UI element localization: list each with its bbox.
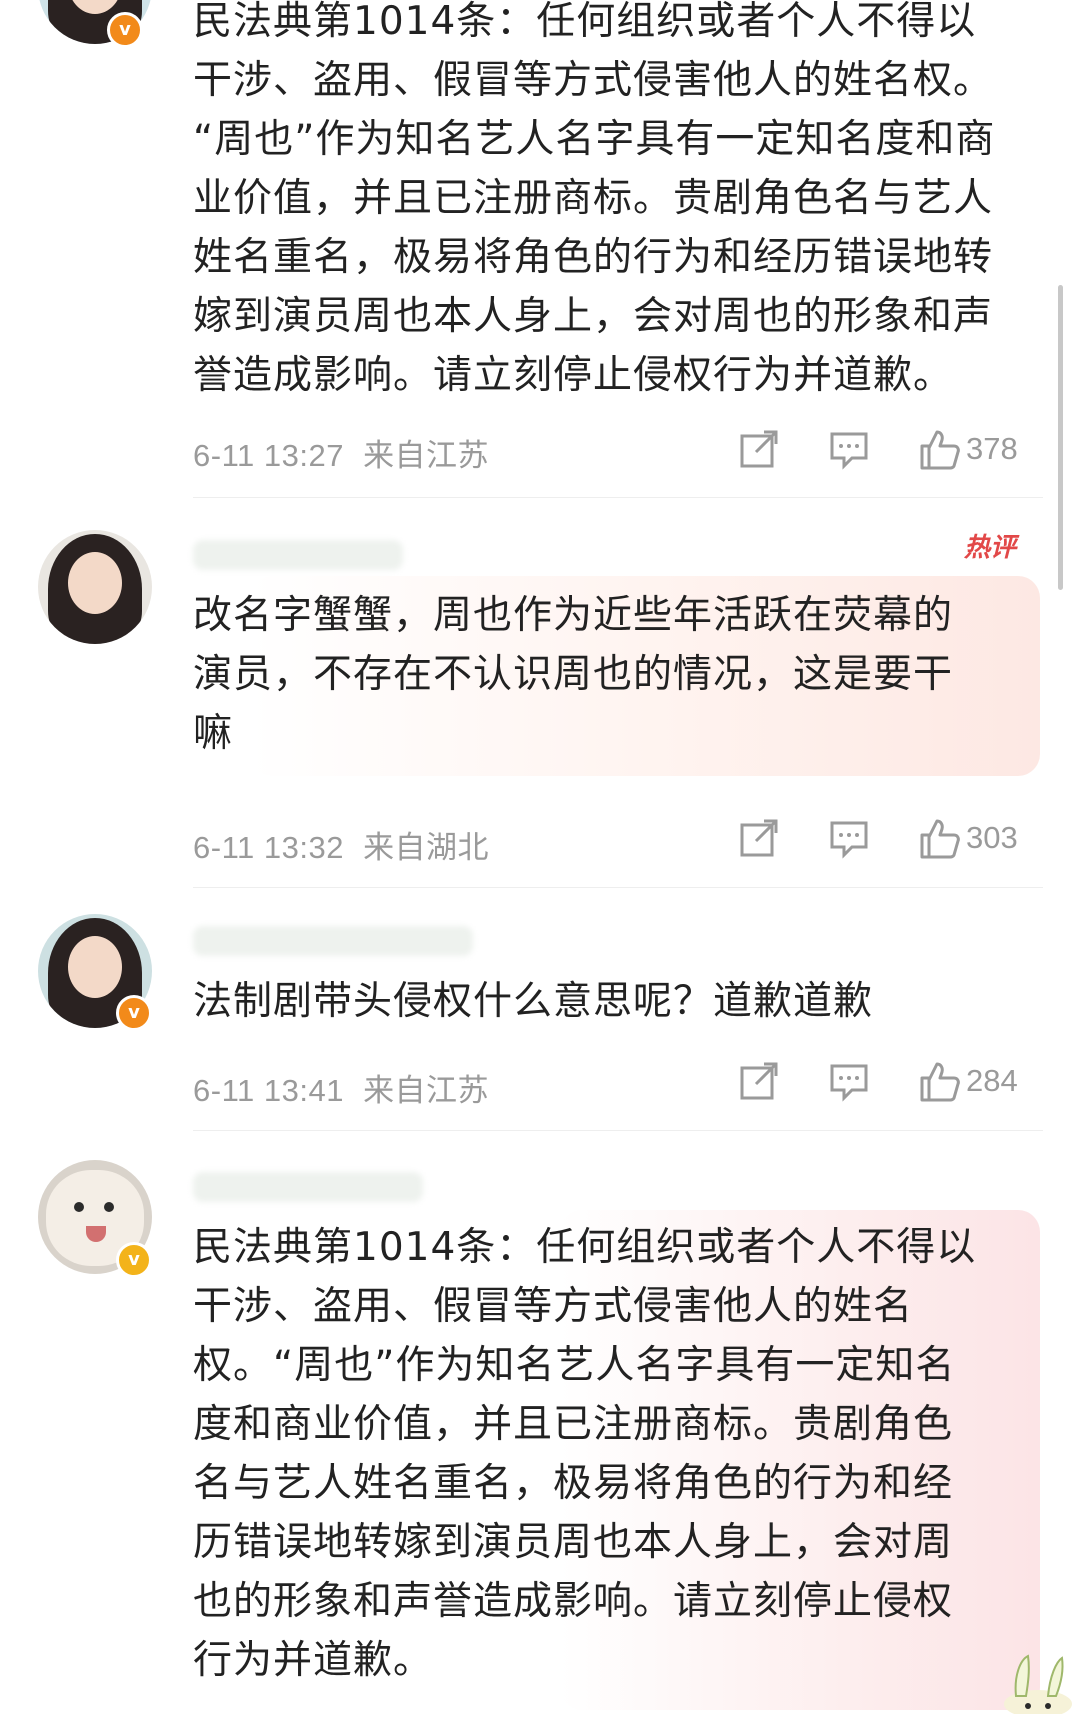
comment-location: 来自湖北 [363, 830, 490, 865]
avatar[interactable] [38, 530, 152, 644]
repost-icon[interactable] [738, 817, 780, 863]
like-count: 378 [966, 431, 1018, 466]
divider [193, 497, 1043, 498]
scrollbar[interactable] [1058, 285, 1063, 590]
comment-actions: 303 [720, 817, 1040, 863]
username-blurred[interactable] [193, 540, 403, 570]
comment-time: 6-11 13:41 [193, 1073, 344, 1108]
comment-icon[interactable] [828, 428, 870, 474]
comment-text: 民法典第1014条：任何组织或者个人不得以 干涉、盗用、假冒等方式侵害他人的姓名… [193, 0, 996, 398]
like-button[interactable]: 303 [918, 817, 1018, 863]
repost-icon[interactable] [738, 428, 780, 474]
comment-location: 来自江苏 [363, 438, 490, 473]
username-blurred[interactable] [193, 1172, 423, 1202]
comment-meta: 6-11 13:32 来自湖北 [193, 822, 489, 867]
comment-text: 改名字蟹蟹，周也作为近些年活跃在荧幕的 演员，不存在不认识周也的情况，这是要干 … [193, 593, 954, 756]
hot-comment-tag: 热评 [964, 533, 1017, 563]
comment-time: 6-11 13:27 [193, 438, 344, 473]
like-button[interactable]: 284 [918, 1060, 1018, 1106]
thumbs-up-icon [920, 819, 960, 859]
emoji-sticker-icon [998, 1626, 1078, 1718]
thumbs-up-icon [920, 1062, 960, 1102]
comment-meta: 6-11 13:41 来自江苏 [193, 1065, 489, 1110]
repost-icon[interactable] [738, 1060, 780, 1106]
verified-badge-icon: v [116, 1242, 152, 1278]
comment-text: 民法典第1014条：任何组织或者个人不得以 干涉、盗用、假冒等方式侵害他人的姓名… [193, 1225, 977, 1683]
comment-actions: 284 [720, 1060, 1040, 1106]
comment-time: 6-11 13:32 [193, 830, 344, 865]
comment-feed: v 民法典第1014条：任何组织或者个人不得以 干涉、盗用、假冒等方式侵害他人的… [0, 0, 1080, 1718]
comment-icon[interactable] [828, 817, 870, 863]
comment-location: 来自江苏 [363, 1073, 490, 1108]
like-button[interactable]: 378 [918, 428, 1018, 474]
comment-icon[interactable] [828, 1060, 870, 1106]
like-count: 284 [966, 1063, 1018, 1098]
username-blurred[interactable] [193, 926, 473, 956]
comment-meta: 6-11 13:27 来自江苏 [193, 430, 489, 475]
verified-badge-icon: v [116, 995, 152, 1031]
divider [193, 887, 1043, 888]
like-count: 303 [966, 820, 1018, 855]
verified-badge-icon: v [107, 12, 143, 48]
thumbs-up-icon [920, 430, 960, 470]
comment-actions: 378 [720, 428, 1040, 474]
divider [193, 1130, 1043, 1131]
comment-text: 法制剧带头侵权什么意思呢？道歉道歉 [193, 979, 874, 1024]
